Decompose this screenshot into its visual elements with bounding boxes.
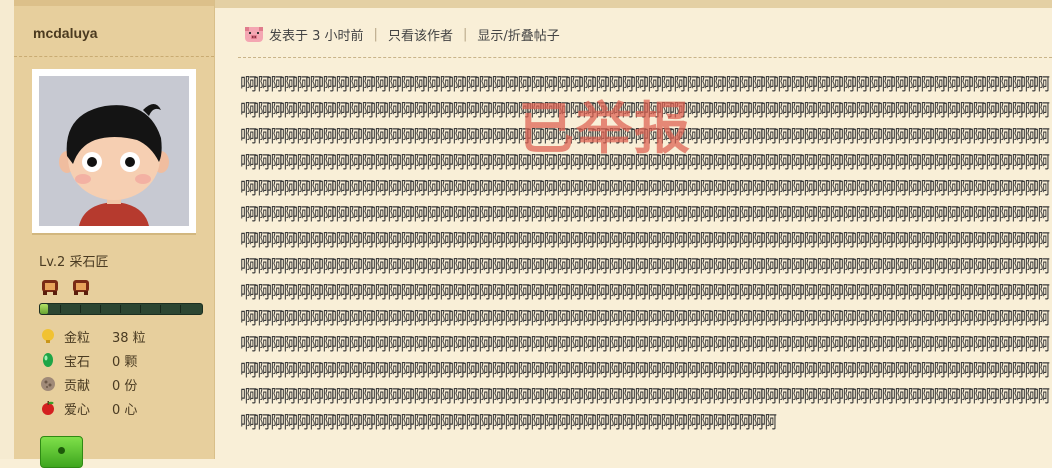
- contribution-stone-icon: [41, 377, 55, 391]
- stat-gold: 金粒 38 粒: [40, 324, 146, 348]
- stat-label: 爱心: [64, 402, 91, 418]
- post-time: 发表于 3 小时前: [269, 28, 364, 44]
- post-header-divider: [238, 57, 1052, 58]
- stat-gem: 宝石 0 颗: [40, 348, 146, 372]
- divider: [14, 56, 214, 57]
- separator: |: [373, 26, 378, 42]
- stat-label: 金粒: [64, 330, 91, 346]
- progress-segment: [120, 305, 121, 313]
- user-stats: 金粒 38 粒 宝石 0 颗 贡献 0 份 爱心 0 心: [40, 324, 146, 420]
- sidebar-top-border: [14, 0, 214, 6]
- user-level: Lv.2 采石匠: [39, 255, 109, 270]
- gem-icon: [43, 353, 53, 367]
- gold-nugget-icon: [42, 329, 54, 343]
- pig-face-icon: [245, 27, 263, 42]
- progress-segment: [180, 305, 181, 313]
- post-top-border: [215, 0, 1052, 8]
- stat-label: 宝石: [64, 354, 91, 370]
- stat-value: 0 份: [112, 378, 138, 394]
- stat-contribution: 贡献 0 份: [40, 372, 146, 396]
- user-profile-sidebar: mcdaluya Lv.2 采石匠 金粒 38 粒 宝石 0 颗 贡献 0 份 …: [14, 0, 215, 468]
- only-author-link[interactable]: 只看该作者: [388, 25, 453, 44]
- progress-segment: [80, 305, 81, 313]
- avatar-frame[interactable]: [32, 69, 196, 233]
- stat-label: 贡献: [64, 378, 91, 394]
- toggle-post-link[interactable]: 显示/折叠帖子: [477, 25, 559, 44]
- online-status-button[interactable]: [40, 436, 83, 468]
- status-dot-icon: [58, 447, 65, 454]
- reported-stamp: 已举报: [518, 97, 692, 162]
- progress-segment: [140, 305, 141, 313]
- separator: |: [462, 26, 468, 42]
- stat-value: 0 颗: [112, 354, 138, 370]
- experience-progress-bar: [39, 303, 203, 315]
- left-gutter: [0, 0, 14, 459]
- post-meta-bar: 发表于 3 小时前 | 只看该作者 | 显示/折叠帖子: [244, 24, 560, 44]
- miner-helmet-icon: [42, 280, 58, 295]
- progress-segment: [100, 305, 101, 313]
- progress-segment: [160, 305, 161, 313]
- miner-helmet-icon: [73, 280, 90, 295]
- stat-value: 38 粒: [112, 330, 146, 346]
- progress-segment: [60, 305, 61, 313]
- stat-value: 0 心: [112, 402, 138, 418]
- apple-heart-icon: [42, 401, 54, 415]
- stat-love: 爱心 0 心: [40, 396, 146, 420]
- username-link[interactable]: mcdaluya: [33, 25, 98, 41]
- experience-fill: [40, 304, 49, 314]
- rank-icons: [40, 279, 97, 299]
- avatar[interactable]: [39, 76, 189, 226]
